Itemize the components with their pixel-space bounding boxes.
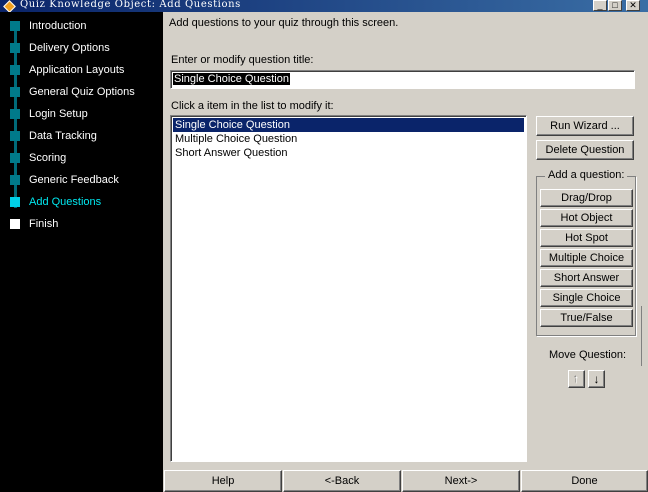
- add-hot-spot-button[interactable]: Hot Spot: [540, 229, 633, 247]
- step-label: Introduction: [29, 20, 87, 32]
- question-list-label: Click a item in the list to modify it:: [171, 100, 334, 112]
- step-scoring[interactable]: Scoring: [0, 148, 163, 170]
- add-hot-object-button[interactable]: Hot Object: [540, 209, 633, 227]
- back-button[interactable]: <-Back: [283, 470, 401, 492]
- step-marker-icon: [10, 197, 20, 207]
- move-up-arrow-icon[interactable]: ↑: [568, 370, 585, 388]
- wizard-steps-sidebar: Introduction Delivery Options Applicatio…: [0, 12, 163, 492]
- window-title: Quiz Knowledge Object: Add Questions: [20, 0, 241, 10]
- question-title-label: Enter or modify question title:: [171, 54, 314, 66]
- minimize-button[interactable]: _: [593, 0, 607, 11]
- add-short-answer-button[interactable]: Short Answer: [540, 269, 633, 287]
- page-instruction: Add questions to your quiz through this …: [169, 17, 399, 29]
- question-list[interactable]: Single Choice Question Multiple Choice Q…: [170, 115, 527, 462]
- delete-question-button[interactable]: Delete Question: [536, 140, 634, 160]
- move-question-label: Move Question:: [549, 349, 627, 361]
- step-application-layouts[interactable]: Application Layouts: [0, 60, 163, 82]
- step-marker-icon: [10, 65, 20, 75]
- step-marker-icon: [10, 175, 20, 185]
- step-generic-feedback[interactable]: Generic Feedback: [0, 170, 163, 192]
- step-delivery-options[interactable]: Delivery Options: [0, 38, 163, 60]
- step-label: Scoring: [29, 152, 67, 164]
- step-label: Generic Feedback: [29, 174, 119, 186]
- step-marker-icon: [10, 21, 20, 31]
- step-finish[interactable]: Finish: [0, 214, 163, 236]
- title-bar: Quiz Knowledge Object: Add Questions _ □…: [0, 0, 648, 12]
- step-label: Delivery Options: [29, 42, 110, 54]
- add-question-group-title: Add a question:: [545, 169, 628, 181]
- step-marker-icon: [10, 131, 20, 141]
- add-true-false-button[interactable]: True/False: [540, 309, 633, 327]
- step-label: Data Tracking: [29, 130, 97, 142]
- run-wizard-button[interactable]: Run Wizard ...: [536, 116, 634, 136]
- step-general-quiz-options[interactable]: General Quiz Options: [0, 82, 163, 104]
- step-label: General Quiz Options: [29, 86, 135, 98]
- step-login-setup[interactable]: Login Setup: [0, 104, 163, 126]
- step-data-tracking[interactable]: Data Tracking: [0, 126, 163, 148]
- step-marker-icon: [10, 153, 20, 163]
- step-add-questions[interactable]: Add Questions: [0, 192, 163, 214]
- step-marker-icon: [10, 219, 20, 229]
- maximize-button[interactable]: □: [608, 0, 622, 11]
- step-label: Add Questions: [29, 196, 102, 208]
- add-single-choice-button[interactable]: Single Choice: [540, 289, 633, 307]
- done-button[interactable]: Done: [521, 470, 648, 492]
- app-diamond-icon: [3, 0, 16, 12]
- step-label: Application Layouts: [29, 64, 125, 76]
- step-label: Finish: [29, 218, 59, 230]
- question-list-item[interactable]: Multiple Choice Question: [173, 132, 524, 146]
- step-introduction[interactable]: Introduction: [0, 16, 163, 38]
- help-button[interactable]: Help: [164, 470, 282, 492]
- question-title-value: Single Choice Question: [173, 73, 290, 85]
- resize-edge-marks: [641, 306, 648, 366]
- move-down-arrow-icon[interactable]: ↓: [588, 370, 605, 388]
- add-drag-drop-button[interactable]: Drag/Drop: [540, 189, 633, 207]
- question-title-input[interactable]: Single Choice Question: [170, 70, 635, 89]
- step-marker-icon: [10, 87, 20, 97]
- step-marker-icon: [10, 109, 20, 119]
- close-button[interactable]: ✕: [626, 0, 640, 11]
- question-list-item[interactable]: Single Choice Question: [173, 118, 524, 132]
- step-marker-icon: [10, 43, 20, 53]
- add-multiple-choice-button[interactable]: Multiple Choice: [540, 249, 633, 267]
- step-label: Login Setup: [29, 108, 88, 120]
- next-button[interactable]: Next->: [402, 470, 520, 492]
- question-list-item[interactable]: Short Answer Question: [173, 146, 524, 160]
